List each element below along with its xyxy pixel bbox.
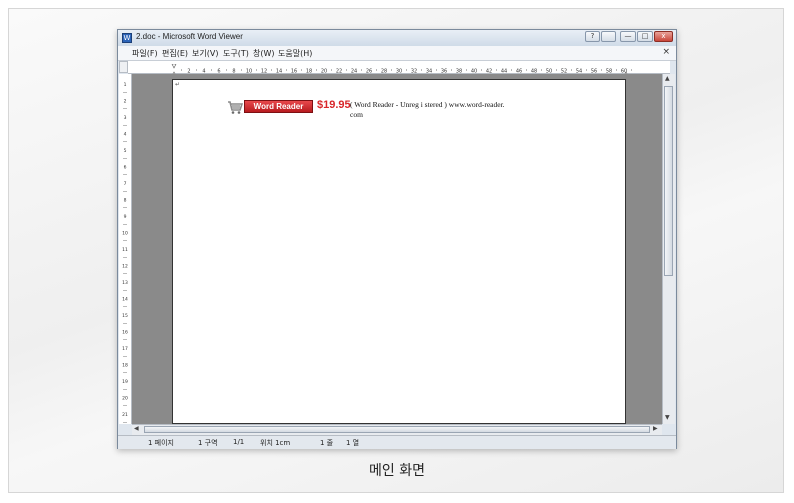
ruler-number: 9 — [124, 214, 127, 220]
ad-banner[interactable]: Word Reader $19.95 ( Word Reader - Unreg… — [227, 98, 527, 128]
ad-price: $19.95 — [317, 99, 351, 111]
ruler-number: 21 — [122, 412, 128, 418]
tab-selector[interactable] — [119, 61, 128, 73]
word-viewer-window: W 2.doc - Microsoft Word Viewer ? — □ x … — [117, 29, 677, 449]
title-bar[interactable]: W 2.doc - Microsoft Word Viewer ? — □ x — [118, 30, 676, 46]
ad-brand-label: Word Reader — [244, 100, 313, 113]
status-pages: 1/1 — [233, 438, 245, 446]
menu-help[interactable]: 도움말(H) — [278, 48, 312, 59]
vertical-ruler[interactable]: 1 2 3 4 5 6 7 8 9 10 11 12 13 14 15 16 17 18 19 20 21 — [119, 74, 132, 424]
ad-text-line1: ( Word Reader - Unreg i stered ) www.wor… — [350, 100, 505, 109]
scroll-left-arrow-icon[interactable]: ◀ — [134, 425, 139, 432]
maximize-button[interactable]: □ — [637, 31, 653, 42]
menu-file[interactable]: 파일(F) — [132, 48, 158, 59]
horizontal-scroll-thumb[interactable] — [144, 426, 650, 433]
vertical-ruler-ticks: 123456789101112131415161718192021 — [122, 82, 128, 423]
ruler-number: 1 — [124, 82, 127, 88]
status-line: 1 줄 — [320, 439, 334, 447]
paragraph-mark: ↵ — [175, 81, 181, 88]
vertical-scrollbar[interactable]: ▲ ▼ — [662, 74, 675, 424]
ruler-number: 14 — [122, 297, 128, 303]
ruler-number: 6 — [124, 165, 127, 171]
scroll-right-arrow-icon[interactable]: ▶ — [653, 425, 658, 432]
scroll-up-arrow-icon[interactable]: ▲ — [665, 75, 670, 82]
shopping-cart-icon — [228, 101, 243, 114]
help-button[interactable]: ? — [585, 31, 600, 42]
ruler-number: 3 — [124, 115, 127, 121]
ad-text-line2: com — [350, 110, 363, 119]
ruler-number: 2 — [124, 99, 127, 105]
ruler-number: 5 — [124, 148, 127, 154]
ruler-number: 11 — [122, 247, 128, 253]
scroll-down-arrow-icon[interactable]: ▼ — [665, 414, 670, 421]
status-column: 1 열 — [346, 439, 360, 447]
minimize-button[interactable]: — — [620, 31, 636, 42]
status-section: 1 구역 — [198, 439, 218, 447]
horizontal-ruler[interactable]: 2 4 6 8 10 12 14 16 18 20 22 24 26 28 30 32 34 36 38 40 42 44… — [128, 61, 670, 77]
ruler-number: 13 — [122, 280, 128, 286]
status-bar: 1 페이지 1 구역 1/1 위치 1cm 1 줄 1 열 — [118, 435, 676, 449]
ruler-number: 19 — [122, 379, 128, 385]
options-button[interactable] — [601, 31, 616, 42]
ruler-number: 12 — [122, 264, 128, 270]
menu-bar: 파일(F) 편집(E) 보기(V) 도구(T) 창(W) 도움말(H) × — [118, 46, 676, 61]
ruler-number: 17 — [122, 346, 128, 352]
ruler-number: 15 — [122, 313, 128, 319]
vertical-scroll-thumb[interactable] — [664, 86, 673, 276]
ruler-number: 4 — [124, 132, 127, 138]
ruler-number: 16 — [122, 330, 128, 336]
close-button[interactable]: x — [654, 31, 673, 42]
word-app-icon: W — [122, 33, 132, 43]
menu-edit[interactable]: 편집(E) — [162, 48, 188, 59]
ruler-number: 20 — [122, 396, 128, 402]
ruler-number: 18 — [122, 363, 128, 369]
status-position: 위치 1cm — [260, 439, 291, 447]
menu-tools[interactable]: 도구(T) — [223, 48, 249, 59]
ruler-number: 10 — [122, 231, 128, 237]
status-page: 1 페이지 — [148, 439, 174, 447]
menu-window[interactable]: 창(W) — [253, 48, 275, 59]
horizontal-scrollbar[interactable]: ◀ ▶ — [132, 424, 662, 435]
document-page[interactable]: ↵ Word Reader $19.95 ( Word Reader - Unr… — [172, 79, 626, 424]
document-close-icon[interactable]: × — [662, 47, 670, 57]
figure-caption: 메인 화면 — [369, 463, 425, 479]
ruler-number: 8 — [124, 198, 127, 204]
window-title: 2.doc - Microsoft Word Viewer — [136, 32, 243, 41]
document-area: ↵ Word Reader $19.95 ( Word Reader - Unr… — [132, 74, 662, 424]
ruler-number: 7 — [124, 181, 127, 187]
menu-view[interactable]: 보기(V) — [192, 48, 218, 59]
